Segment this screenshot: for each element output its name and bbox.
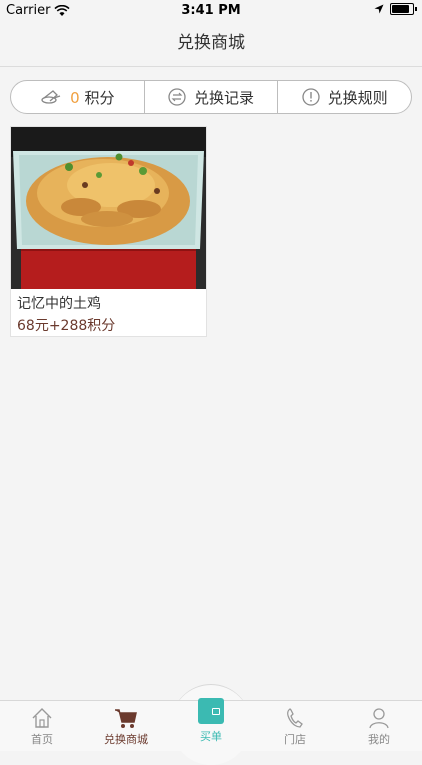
tab-mall[interactable]: 兑换商城 [84,707,168,747]
exchange-rules-label: 兑换规则 [327,88,388,107]
home-icon [32,708,52,728]
product-card[interactable]: 记忆中的土鸡 68元+288积分 [10,126,207,337]
battery-icon [390,3,417,15]
user-icon [369,708,389,729]
status-bar: Carrier 3:41 PM [0,0,422,22]
battery-tip [415,7,417,11]
tab-mall-label: 兑换商城 [104,733,148,746]
battery-fill [392,5,409,13]
points-segment[interactable]: 0 积分 [11,81,145,113]
tab-pay[interactable]: 买单 [171,698,251,744]
status-time: 3:41 PM [181,3,241,18]
tab-pay-label: 买单 [200,730,222,743]
exchange-records-tab[interactable]: 兑换记录 [145,81,279,113]
tab-store[interactable]: 门店 [253,707,337,747]
phone-icon [287,708,303,728]
tab-mine-label: 我的 [368,733,390,746]
product-price: 68元+288积分 [17,318,116,334]
tab-store-label: 门店 [284,733,306,746]
exchange-rules-tab[interactable]: 兑换规则 [278,81,411,113]
tab-mine[interactable]: 我的 [337,707,421,747]
location-arrow-icon [374,4,384,14]
nav-bar: 兑换商城 [0,22,422,67]
wallet-icon [198,698,224,724]
product-name: 记忆中的土鸡 [17,296,101,312]
page-title: 兑换商城 [177,33,245,53]
tab-home[interactable]: 首页 [0,707,84,747]
product-image [11,127,206,289]
tab-home-label: 首页 [31,733,53,746]
points-label: 积分 [84,88,115,107]
cart-icon [115,709,137,728]
points-value: 0 [70,88,80,107]
info-exclamation-icon [302,88,320,106]
exchange-icon [168,88,186,106]
exchange-records-label: 兑换记录 [194,88,255,107]
status-right [374,3,417,15]
coins-icon [41,90,61,104]
header-segment: 0 积分 兑换记录 兑换规则 [10,80,412,114]
